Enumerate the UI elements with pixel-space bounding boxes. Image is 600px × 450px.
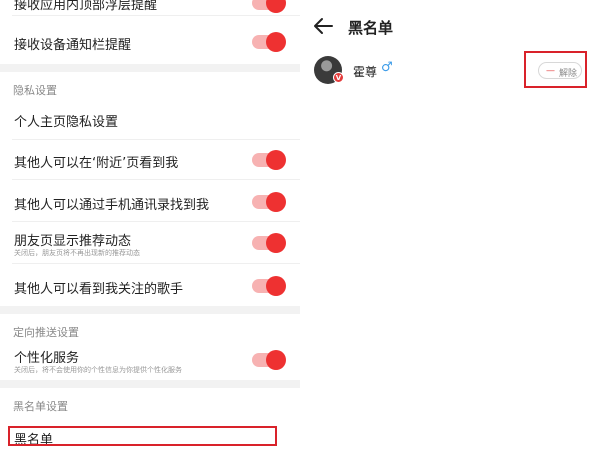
row-sublabel: 关闭后，朋友页将不再出现新的推荐动态 xyxy=(14,249,140,257)
section-title: 隐私设置 xyxy=(13,84,57,97)
section-gap xyxy=(0,306,300,314)
settings-panel: 接收应用内顶部浮层提醒 接收设备通知栏提醒 隐私设置 个人主页隐私设置 其他人可… xyxy=(0,0,300,450)
unblock-highlight-box: — 解除 xyxy=(524,51,587,88)
back-arrow-icon[interactable] xyxy=(312,16,334,36)
unblock-button[interactable]: — 解除 xyxy=(538,62,582,79)
user-name[interactable]: 霍尊 xyxy=(353,63,377,80)
row-label: 其他人可以通过手机通讯录找到我 xyxy=(14,198,210,213)
row-label: 接收设备通知栏提醒 xyxy=(14,38,132,53)
row-label: 其他人可以在‘附近’页看到我 xyxy=(14,156,179,171)
row-label: 其他人可以看到我关注的歌手 xyxy=(14,282,184,297)
unblock-label: 解除 xyxy=(559,69,578,79)
friend-feed-recommend-row[interactable]: 朋友页显示推荐动态 关闭后，朋友页将不再出现新的推荐动态 xyxy=(0,222,300,264)
section-gap xyxy=(0,64,300,72)
section-gap xyxy=(0,380,300,388)
toggle-switch[interactable] xyxy=(252,350,286,370)
verified-badge-icon: V xyxy=(333,72,344,83)
toggle-switch[interactable] xyxy=(252,233,286,253)
contacts-findable-row[interactable]: 其他人可以通过手机通讯录找到我 xyxy=(0,180,300,222)
profile-privacy-row[interactable]: 个人主页隐私设置 xyxy=(0,100,300,140)
toggle-switch[interactable] xyxy=(252,276,286,296)
personalized-service-row[interactable]: 个性化服务 关闭后，将不会使用你的个性信息为你提供个性化服务 xyxy=(0,344,300,380)
row-label: 个人主页隐私设置 xyxy=(14,115,119,130)
notification-bar-reminder-row[interactable]: 接收设备通知栏提醒 xyxy=(0,16,300,64)
push-section-header: 定向推送设置 xyxy=(0,314,300,344)
followed-singers-visibility-row[interactable]: 其他人可以看到我关注的歌手 xyxy=(0,264,300,306)
row-label: 接收应用内顶部浮层提醒 xyxy=(14,0,158,13)
toggle-switch[interactable] xyxy=(252,0,286,13)
blacklist-highlight-box xyxy=(8,426,277,446)
toggle-knob xyxy=(266,0,286,13)
toggle-knob xyxy=(266,192,286,212)
section-title: 定向推送设置 xyxy=(13,326,79,339)
nearby-visibility-row[interactable]: 其他人可以在‘附近’页看到我 xyxy=(0,140,300,180)
toggle-knob xyxy=(266,32,286,52)
toggle-switch[interactable] xyxy=(252,32,286,52)
row-sublabel: 关闭后，将不会使用你的个性信息为你提供个性化服务 xyxy=(14,366,182,374)
privacy-section-header: 隐私设置 xyxy=(0,72,300,100)
page-title: 黑名单 xyxy=(348,19,394,37)
toggle-knob xyxy=(266,150,286,170)
row-label: 朋友页显示推荐动态 xyxy=(14,234,132,249)
toggle-switch[interactable] xyxy=(252,150,286,170)
toggle-knob xyxy=(266,233,286,253)
row-label: 个性化服务 xyxy=(14,351,80,366)
blacklist-section-header: 黑名单设置 xyxy=(0,388,300,420)
blacklist-page: 黑名单 V 霍尊 ♂ — 解除 xyxy=(300,0,600,450)
toggle-knob xyxy=(266,276,286,296)
section-title: 黑名单设置 xyxy=(13,400,68,413)
top-floating-reminder-row[interactable]: 接收应用内顶部浮层提醒 xyxy=(0,0,300,16)
toggle-knob xyxy=(266,350,286,370)
minus-icon: — xyxy=(546,66,555,76)
male-gender-icon: ♂ xyxy=(381,60,393,75)
toggle-switch[interactable] xyxy=(252,192,286,212)
